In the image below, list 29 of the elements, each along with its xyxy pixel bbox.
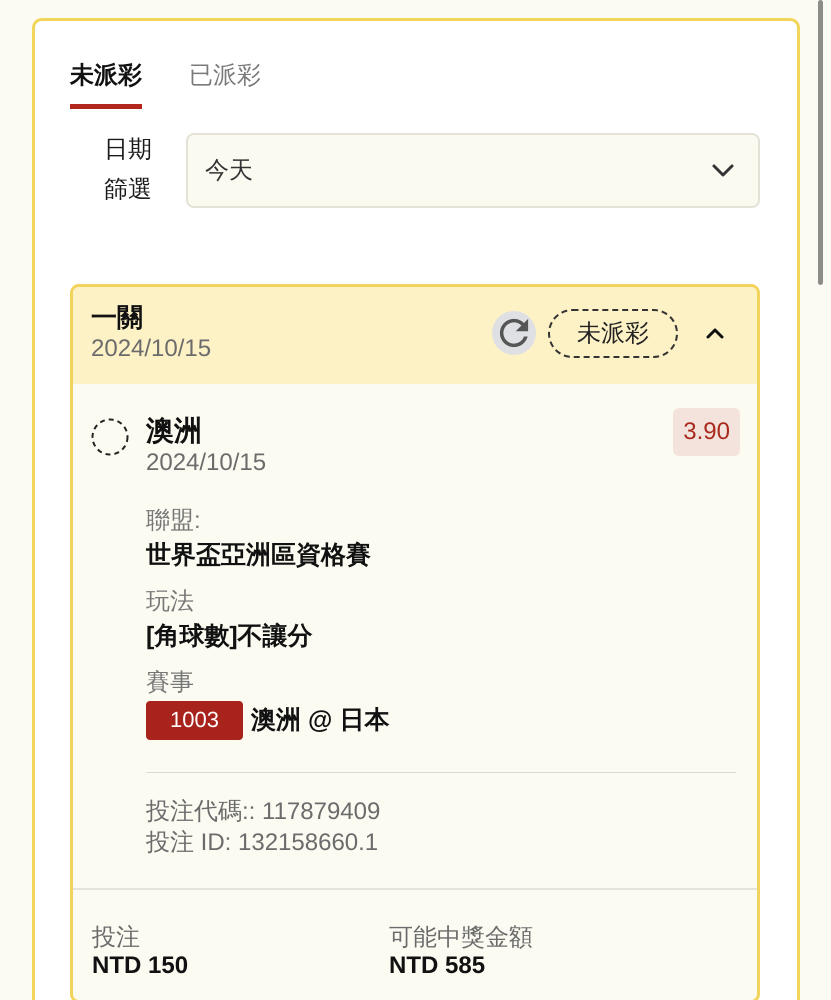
chevron-down-icon — [712, 164, 734, 176]
summary-amount: NTD 585 — [389, 952, 486, 979]
tab[interactable]: 已派彩 — [189, 61, 261, 109]
field-label: 聯盟: — [146, 507, 201, 534]
match-code-badge: 1003 — [146, 700, 243, 740]
summary-amount: NTD 150 — [92, 952, 188, 979]
filter-label: 日期篩選 — [104, 135, 152, 205]
dashed-circle-icon — [91, 418, 129, 456]
team-name: 澳洲 — [146, 415, 202, 446]
refresh-icon — [499, 318, 529, 348]
bet-date: 2024/10/15 — [91, 335, 212, 362]
field-value: 世界盃亞洲區資格賽 — [146, 541, 371, 569]
bet-reference: 投注代碼:: 117879409 — [146, 798, 380, 825]
field-label: 玩法 — [146, 588, 194, 615]
summary-label: 投注 — [92, 924, 140, 951]
field-label: 賽事 — [146, 669, 194, 696]
caret-up-icon[interactable] — [706, 328, 724, 338]
bet-type: 一關 — [91, 302, 143, 332]
selection-date: 2024/10/15 — [146, 449, 266, 476]
match-teams: 澳洲 @ 日本 — [251, 705, 390, 736]
tab[interactable]: 未派彩 — [70, 61, 142, 109]
scrollbar-thumb[interactable] — [818, 0, 823, 285]
status-badge: 未派彩 — [548, 308, 678, 358]
date-select[interactable]: 今天 — [186, 132, 760, 208]
bet-reference: 投注 ID: 132158660.1 — [146, 829, 378, 856]
odds-badge: 3.90 — [673, 408, 740, 456]
field-value: [角球數]不讓分 — [146, 622, 313, 650]
summary-label: 可能中獎金額 — [389, 924, 533, 951]
refresh-button[interactable] — [492, 311, 536, 355]
